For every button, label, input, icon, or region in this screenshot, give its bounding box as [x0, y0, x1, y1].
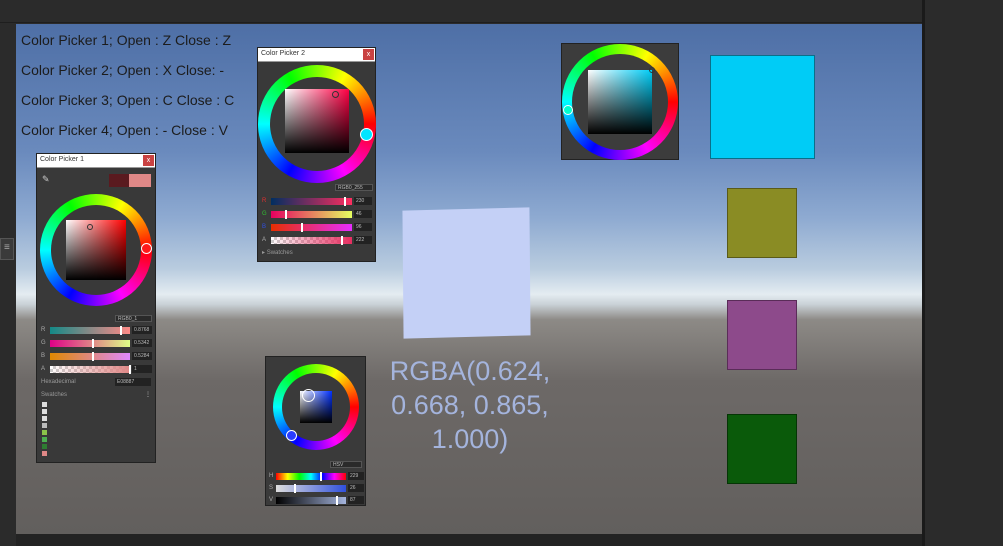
picker2-title: Color Picker 2: [261, 50, 305, 57]
picker2-hue-cursor[interactable]: [360, 128, 373, 141]
sv-cursor[interactable]: [87, 224, 93, 230]
picker2-a-value[interactable]: 222: [354, 236, 372, 244]
picker4-s-value[interactable]: 26: [348, 484, 364, 492]
hex-label: Hexadecimal: [41, 379, 76, 385]
toolbar: [0, 0, 1003, 23]
instruction-label-1: Color Picker 1; Open : Z Close : Z: [21, 32, 232, 48]
picker4-row-s[interactable]: S 26: [269, 484, 365, 493]
picker2-b-label: B: [262, 224, 267, 230]
picker1-row-r[interactable]: R 0.8768: [41, 326, 153, 335]
picker2-swatches-text: Swatches: [266, 250, 293, 256]
picker3-sv-cursor[interactable]: [649, 67, 655, 73]
unity-editor: ≡ Color Picker 1; Open : Z Close : Z Col…: [0, 0, 1003, 546]
picker1-b-label: B: [41, 353, 46, 359]
picker3-hue-cursor[interactable]: [563, 105, 573, 115]
picker2-b-value[interactable]: 96: [354, 223, 372, 231]
picker2-row-g[interactable]: G 46: [262, 210, 374, 219]
picker1-a-label: A: [41, 366, 46, 372]
picker2-close-button[interactable]: x: [363, 49, 374, 60]
swatch-menu-icon[interactable]: ⋮: [145, 391, 151, 398]
picker2-a-label: A: [262, 237, 267, 243]
picker2-r-value[interactable]: 230: [354, 197, 372, 205]
color-picker-1[interactable]: Color Picker 1 x ✎ RGB0_1 R 0.8768 G 0.5…: [36, 153, 156, 463]
picker1-mode-dropdown[interactable]: RGB0_1: [115, 315, 152, 322]
hue-cursor[interactable]: [141, 243, 152, 254]
picker1-a-value[interactable]: 1: [132, 365, 152, 373]
cyan-square: [710, 55, 815, 159]
picker1-r-value[interactable]: 0.8768: [132, 326, 152, 334]
picker2-titlebar[interactable]: Color Picker 2 x: [258, 48, 375, 62]
picker2-row-a[interactable]: A 222: [262, 236, 374, 245]
color-picker-2[interactable]: Color Picker 2 x RGB0_255 R 230 G 46 B 9…: [257, 47, 376, 262]
status-bar: [16, 534, 922, 546]
inspector-panel: [922, 0, 1003, 546]
picker2-row-b[interactable]: B 96: [262, 223, 374, 232]
instruction-label-4: Color Picker 4; Open : - Close : V: [21, 122, 228, 138]
picker1-g-label: G: [41, 340, 46, 346]
picker2-sv-cursor[interactable]: [332, 91, 339, 98]
picker4-h-label: H: [269, 473, 274, 479]
saturation-value-square[interactable]: [66, 220, 126, 280]
color-plane: [402, 207, 531, 339]
picker1-row-g[interactable]: G 0.5342: [41, 339, 153, 348]
picker1-row-a[interactable]: A 1: [41, 365, 153, 374]
picker4-h-value[interactable]: 229: [348, 472, 364, 480]
picker1-row-b[interactable]: B 0.5284: [41, 352, 153, 361]
game-viewport[interactable]: Color Picker 1; Open : Z Close : Z Color…: [16, 24, 922, 534]
picker4-row-v[interactable]: V 87: [269, 496, 365, 505]
picker3-sv-square[interactable]: [588, 70, 652, 134]
picker4-row-h[interactable]: H 229: [269, 472, 365, 481]
rgba-readout: RGBA(0.624, 0.668, 0.865, 1.000): [389, 356, 551, 454]
olive-square: [727, 188, 797, 258]
picker2-g-label: G: [262, 211, 267, 217]
picker1-swatch-list[interactable]: [42, 402, 48, 458]
previous-color-swatch: [109, 174, 129, 187]
picker1-title: Color Picker 1: [40, 156, 84, 163]
eyedropper-icon[interactable]: ✎: [42, 174, 52, 184]
picker2-swatches-label[interactable]: ▸ Swatches: [262, 249, 293, 256]
picker2-row-r[interactable]: R 230: [262, 197, 374, 206]
picker1-close-button[interactable]: x: [143, 155, 154, 166]
color-picker-4[interactable]: HSV H 229 S 26 V 87: [265, 356, 366, 506]
panel-collapse-handle[interactable]: ≡: [0, 238, 14, 260]
color-picker-3[interactable]: [561, 43, 679, 160]
picker4-mode-dropdown[interactable]: HSV: [330, 461, 362, 468]
current-color-swatch: [129, 174, 151, 187]
instruction-label-3: Color Picker 3; Open : C Close : C: [21, 92, 235, 108]
picker4-v-label: V: [269, 497, 274, 503]
picker2-r-label: R: [262, 198, 267, 204]
picker4-hue-cursor[interactable]: [286, 430, 297, 441]
purple-square: [727, 300, 797, 370]
hex-value-field[interactable]: E08887: [115, 378, 151, 386]
picker1-b-value[interactable]: 0.5284: [132, 352, 152, 360]
picker1-g-value[interactable]: 0.5342: [132, 339, 152, 347]
picker4-v-value[interactable]: 87: [348, 496, 364, 504]
picker2-sv-square[interactable]: [285, 89, 349, 153]
picker4-sv-cursor[interactable]: [302, 389, 315, 402]
picker1-r-label: R: [41, 327, 46, 333]
picker2-mode-dropdown[interactable]: RGB0_255: [335, 184, 373, 191]
picker2-g-value[interactable]: 46: [354, 210, 372, 218]
picker1-titlebar[interactable]: Color Picker 1 x: [37, 154, 155, 168]
green-square: [727, 414, 797, 484]
picker1-swatches-label[interactable]: Swatches: [41, 392, 67, 398]
instruction-label-2: Color Picker 2; Open : X Close: -: [21, 62, 225, 78]
picker4-s-label: S: [269, 485, 274, 491]
